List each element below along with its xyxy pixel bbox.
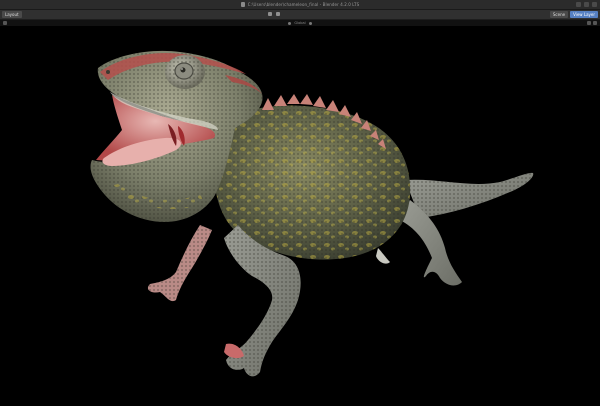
3d-viewport[interactable] bbox=[0, 26, 600, 406]
pivot-icon[interactable] bbox=[308, 21, 312, 25]
title-wrap: C:\Users\blender\chameleon_final - Blend… bbox=[0, 0, 600, 9]
view-layer-button[interactable]: View Layer bbox=[570, 11, 598, 18]
orientation-icon[interactable] bbox=[288, 21, 292, 25]
window-controls bbox=[576, 2, 597, 7]
title-bar: C:\Users\blender\chameleon_final - Blend… bbox=[0, 0, 600, 10]
shading-icon[interactable] bbox=[593, 21, 597, 25]
scene-button[interactable]: Scene bbox=[549, 11, 569, 18]
chameleon-render bbox=[90, 50, 534, 377]
transform-icon[interactable] bbox=[268, 12, 272, 16]
maximize-icon[interactable] bbox=[584, 2, 589, 7]
toolbar-right-buttons: Scene View Layer bbox=[549, 11, 598, 18]
snap-icon[interactable] bbox=[276, 12, 280, 16]
close-icon[interactable] bbox=[592, 2, 597, 7]
blender-file-icon bbox=[240, 2, 245, 7]
chameleon-eye bbox=[165, 55, 205, 89]
chameleon-foot-pad bbox=[224, 343, 244, 359]
top-toolbar: Layout Scene View Layer bbox=[0, 10, 600, 20]
viewport-right-icons bbox=[587, 21, 597, 25]
orientation-label[interactable]: Global bbox=[294, 21, 305, 25]
overlay-icon[interactable] bbox=[587, 21, 591, 25]
window-title: C:\Users\blender\chameleon_final - Blend… bbox=[247, 2, 360, 7]
workspace-button[interactable]: Layout bbox=[2, 11, 22, 18]
blender-app-window: C:\Users\blender\chameleon_final - Blend… bbox=[0, 0, 600, 406]
minimize-icon[interactable] bbox=[576, 2, 581, 7]
chameleon-nostril bbox=[106, 70, 110, 74]
